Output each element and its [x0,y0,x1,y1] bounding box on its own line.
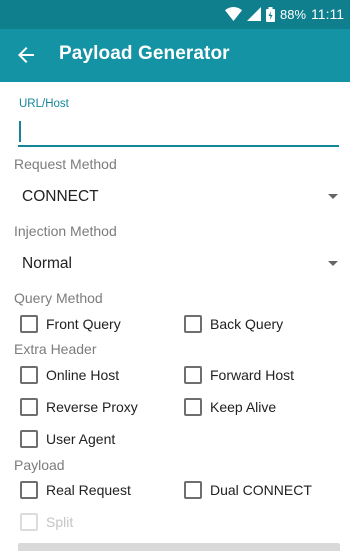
checkbox-box[interactable] [20,315,38,333]
request-method-spinner[interactable]: CONNECT [14,182,344,214]
online-host-checkbox[interactable]: Online Host [20,363,119,387]
checkbox-label: Front Query [46,316,121,332]
split-checkbox: Split [20,510,73,534]
injection-method-value: Normal [22,255,72,272]
forward-host-checkbox[interactable]: Forward Host [184,363,294,387]
dual-connect-checkbox[interactable]: Dual CONNECT [184,478,312,502]
checkbox-label: Real Request [46,482,131,498]
generate-button[interactable] [18,543,340,551]
extra-header-label: Extra Header [14,341,97,357]
checkbox-label: User Agent [46,431,116,447]
checkbox-label: Reverse Proxy [46,399,138,415]
checkbox-box[interactable] [184,398,202,416]
dropdown-arrow-icon [328,261,338,266]
battery-percent: 88% [280,6,307,22]
signal-icon [247,7,261,21]
wifi-icon [225,7,242,21]
checkbox-label: Split [46,514,74,530]
checkbox-box[interactable] [20,430,38,448]
text-cursor [19,121,21,142]
clock: 11:11 [311,6,344,22]
app-bar: Payload Generator [0,29,350,82]
status-bar: 88% 11:11 [0,0,350,29]
injection-method-label: Injection Method [14,223,117,239]
checkbox-label: Forward Host [210,367,295,383]
battery-icon [266,6,275,22]
checkbox-box[interactable] [184,366,202,384]
checkbox-box[interactable] [20,398,38,416]
url-host-input[interactable] [18,117,339,147]
payload-label: Payload [14,457,65,473]
dropdown-arrow-icon [328,194,338,199]
front-query-checkbox[interactable]: Front Query [20,312,121,336]
user-agent-checkbox[interactable]: User Agent [20,427,115,451]
back-query-checkbox[interactable]: Back Query [184,312,283,336]
checkbox-box [20,513,38,531]
reverse-proxy-checkbox[interactable]: Reverse Proxy [20,395,138,419]
checkbox-label: Back Query [210,316,284,332]
request-method-value: CONNECT [22,188,99,205]
query-method-label: Query Method [14,290,103,306]
checkbox-label: Online Host [46,367,120,383]
checkbox-box[interactable] [20,366,38,384]
page-title: Payload Generator [59,43,230,64]
checkbox-box[interactable] [20,481,38,499]
checkbox-label: Keep Alive [210,399,277,415]
request-method-label: Request Method [14,156,117,172]
keep-alive-checkbox[interactable]: Keep Alive [184,395,276,419]
checkbox-label: Dual CONNECT [210,482,312,498]
url-host-label: URL/Host [19,98,69,110]
injection-method-spinner[interactable]: Normal [14,249,344,281]
checkbox-box[interactable] [184,481,202,499]
arrow-left-icon[interactable] [14,43,38,67]
real-request-checkbox[interactable]: Real Request [20,478,131,502]
checkbox-box[interactable] [184,315,202,333]
